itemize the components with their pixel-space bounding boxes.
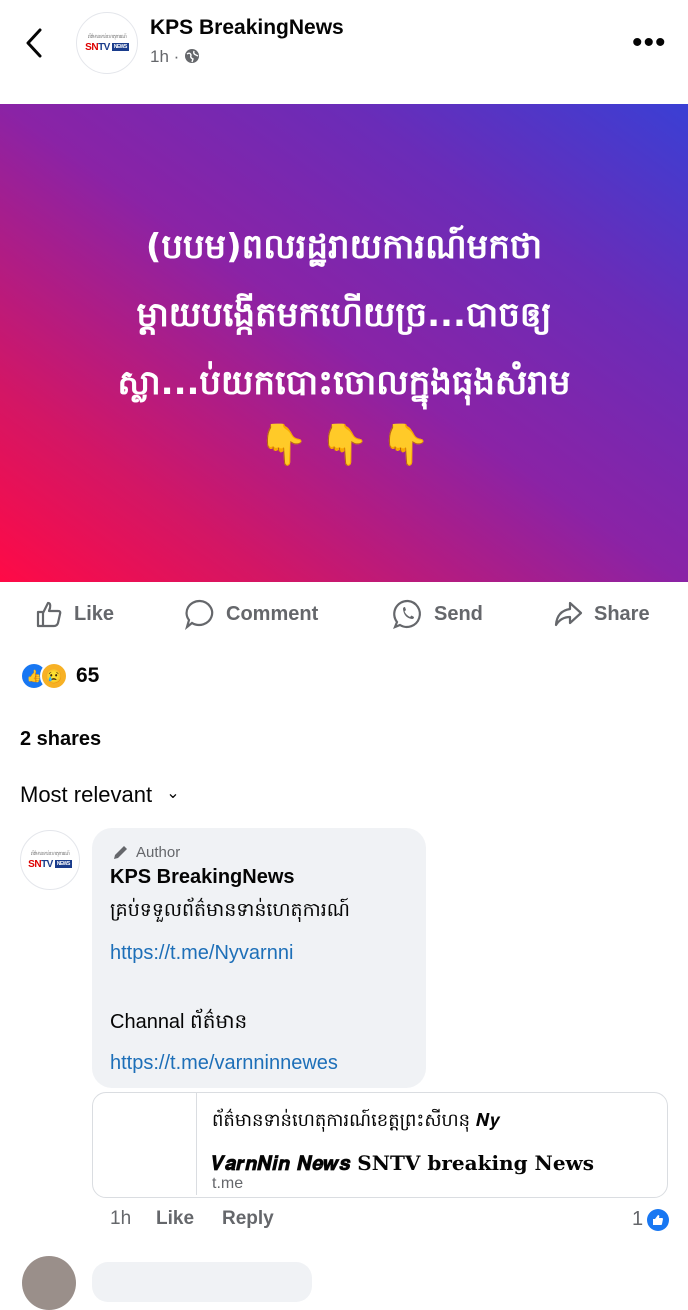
comment-time: 1h: [110, 1208, 132, 1229]
sad-reaction-icon: 😢: [40, 662, 68, 690]
comment-line-1: គ្រប់ទទួលព័ត៌មានទាន់ហេតុការណ៍: [110, 899, 350, 921]
comment-sort-dropdown[interactable]: Most relevant ⌄: [20, 782, 180, 808]
sort-label: Most relevant: [20, 782, 153, 807]
back-button[interactable]: [22, 26, 48, 65]
sntv-logo: ព័ត៌មានទាន់ហេតុការណ៍ SN TV NEWS: [85, 33, 129, 53]
comment-label: Comment: [226, 602, 319, 625]
post-text-line-3: ស្លា...ប់យកបោះចោលក្នុងធុងសំរាម: [117, 363, 571, 403]
page-avatar[interactable]: ព័ត៌មានទាន់ហេតុការណ៍ SN TV NEWS: [76, 12, 138, 74]
comment-line-2: Channal ព័ត៌មាន: [110, 1011, 248, 1033]
chevron-down-icon: ⌄: [166, 785, 180, 802]
send-label: Send: [434, 602, 483, 625]
thumbs-up-icon: [36, 601, 62, 628]
post-image[interactable]: (បបម)ពលរដ្ឋរាយការណ៍មកថា ម្ដាយបង្កើតមកហើយ…: [0, 104, 688, 582]
next-commenter-avatar[interactable]: [22, 1256, 76, 1310]
post-text-line-1: (បបម)ពលរដ្ឋរាយការណ៍មកថា: [145, 227, 543, 267]
send-button[interactable]: Send: [392, 596, 483, 632]
pencil-icon: [114, 846, 127, 859]
commenter-name[interactable]: KPS BreakingNews: [110, 866, 295, 889]
next-comment-bubble: [92, 1262, 312, 1302]
post-time: 1h: [150, 47, 169, 66]
like-label: Like: [74, 602, 115, 625]
post-text-line-2: ម្ដាយបង្កើតមកហើយច្រ...បាចឲ្យ: [136, 295, 552, 335]
like-button[interactable]: Like: [34, 596, 114, 632]
pointing-down-icon: 👇 👇 👇: [258, 423, 430, 467]
share-count[interactable]: 2 shares: [20, 728, 101, 751]
comment-like-button[interactable]: Like: [156, 1208, 194, 1230]
globe-icon: [185, 49, 200, 63]
chevron-left-icon: [26, 28, 42, 58]
comment-button[interactable]: Comment: [184, 596, 318, 632]
page-name[interactable]: KPS BreakingNews: [150, 16, 344, 40]
like-reaction-icon: [647, 1208, 670, 1231]
author-badge: Author: [112, 843, 180, 861]
reaction-count: 65: [76, 664, 100, 687]
sntv-logo: ព័ត៌មានទាន់ហេតុការណ៍ SN TV NEWS: [28, 850, 72, 870]
comment-like-count[interactable]: 1: [632, 1208, 670, 1231]
reaction-summary[interactable]: 👍 😢 65: [20, 662, 99, 690]
share-label: Share: [594, 602, 650, 625]
comment-link-1[interactable]: https://t.me/Nyvarnni: [110, 942, 293, 965]
comment-reply-button[interactable]: Reply: [222, 1208, 274, 1230]
preview-divider: [196, 1093, 197, 1195]
comment-link-2[interactable]: https://t.me/varnninnewes: [110, 1052, 338, 1075]
commenter-avatar[interactable]: ព័ត៌មានទាន់ហេតុការណ៍ SN TV NEWS: [20, 830, 80, 890]
post-meta: 1h ·: [150, 47, 200, 67]
whatsapp-icon: [393, 599, 421, 629]
logo-tagline: ព័ត៌មានទាន់ហេតុការណ៍: [87, 33, 127, 40]
comment-icon: [184, 599, 214, 630]
link-preview-domain: t.me: [212, 1175, 244, 1192]
share-icon: [554, 601, 583, 627]
link-preview-title[interactable]: ព័ត៌មានទាន់ហេតុការណ៍ខេត្តព្រះសីហនុ 𝑵𝒚 𝑽𝒂…: [212, 1100, 652, 1184]
share-button[interactable]: Share: [552, 596, 650, 632]
more-options-button[interactable]: •••: [632, 28, 667, 58]
